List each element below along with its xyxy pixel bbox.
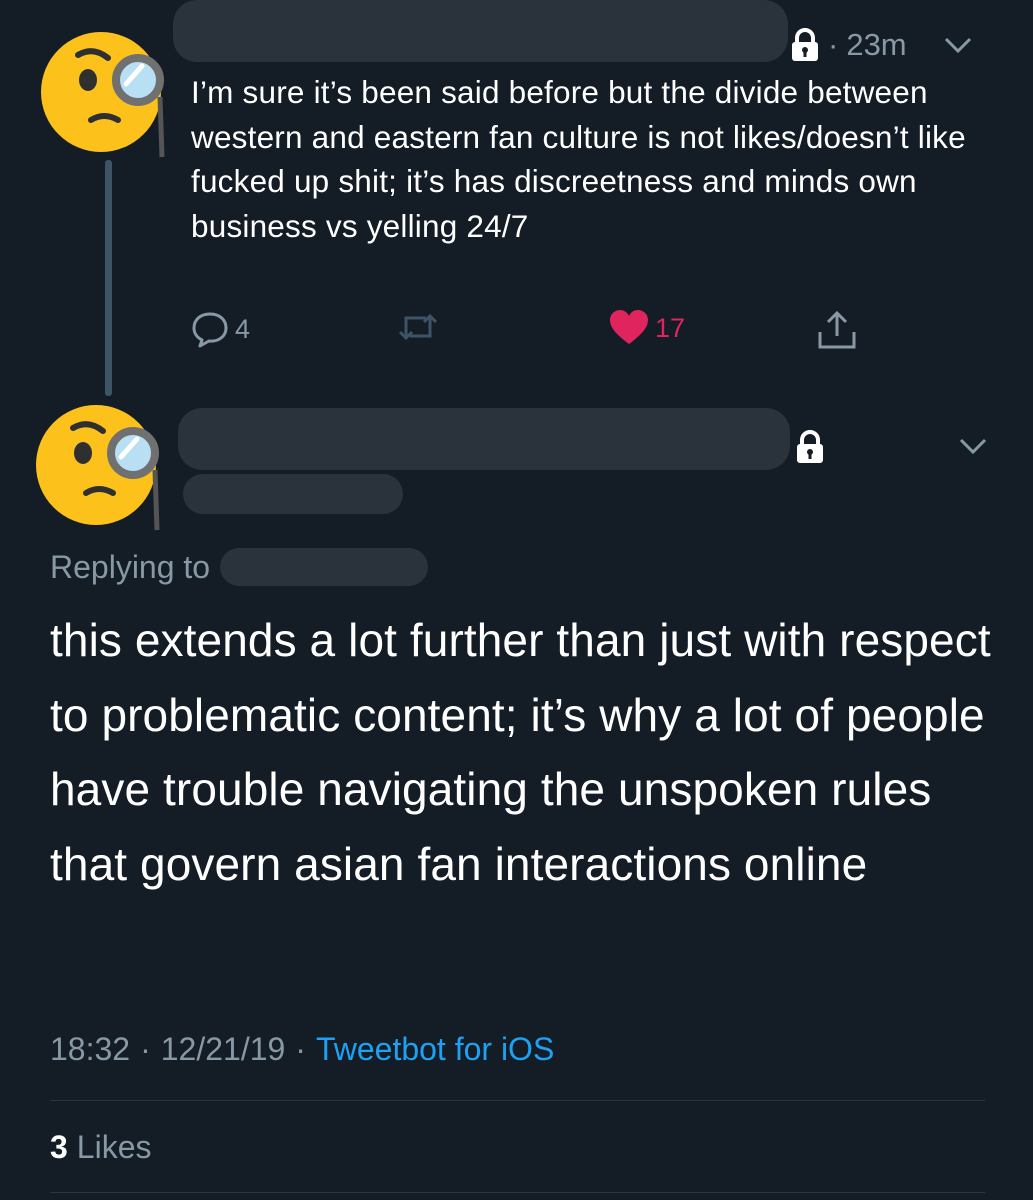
redacted-handle	[183, 474, 403, 514]
lock-icon	[797, 430, 823, 463]
monocle-face-icon	[41, 32, 165, 158]
chevron-down-icon[interactable]	[958, 436, 988, 456]
time-separator: ·	[828, 27, 839, 62]
divider	[50, 1192, 985, 1193]
avatar[interactable]	[33, 395, 173, 535]
redacted-reply-handle[interactable]	[220, 548, 429, 586]
tweet-meta: · 23m	[790, 24, 973, 66]
tweet-text: this extends a lot further than just wit…	[50, 614, 991, 890]
reply-count: 4	[235, 313, 251, 344]
retweet-button[interactable]	[396, 310, 440, 344]
tweet-date: 12/21/19	[160, 1030, 286, 1067]
replying-to: Replying to	[50, 545, 429, 589]
like-button[interactable]: 17	[609, 310, 685, 346]
likes-label: Likes	[76, 1128, 152, 1165]
heart-icon	[610, 310, 648, 344]
tweet-time[interactable]: 23m	[846, 27, 906, 63]
lock-icon	[792, 28, 818, 61]
retweet-icon	[398, 313, 438, 341]
redacted-username	[173, 0, 788, 62]
reply-icon	[192, 312, 228, 348]
tweet-actions: 4 17	[191, 310, 871, 354]
likes-summary[interactable]: 3 Likes	[50, 1124, 152, 1170]
reply-button[interactable]: 4	[191, 310, 250, 348]
likes-count: 3	[50, 1128, 68, 1165]
share-button[interactable]	[817, 310, 857, 350]
thread-line	[105, 160, 112, 396]
tweet-timestamp: 18:32 · 12/21/19 · Tweetbot for iOS	[50, 1026, 554, 1072]
monocle-face-icon	[36, 405, 160, 531]
tweet-time: 18:32	[50, 1030, 131, 1067]
share-icon	[818, 310, 856, 349]
chevron-down-icon[interactable]	[943, 35, 973, 55]
avatar[interactable]	[38, 22, 178, 162]
separator: ·	[140, 1030, 151, 1067]
redacted-username	[178, 408, 790, 470]
divider	[50, 1100, 985, 1101]
replying-to-label: Replying to	[50, 548, 211, 585]
separator: ·	[295, 1030, 306, 1067]
tweet-text: I’m sure it’s been said before but the d…	[191, 74, 966, 244]
client-link[interactable]: Tweetbot for iOS	[316, 1031, 554, 1068]
like-count: 17	[655, 312, 686, 343]
